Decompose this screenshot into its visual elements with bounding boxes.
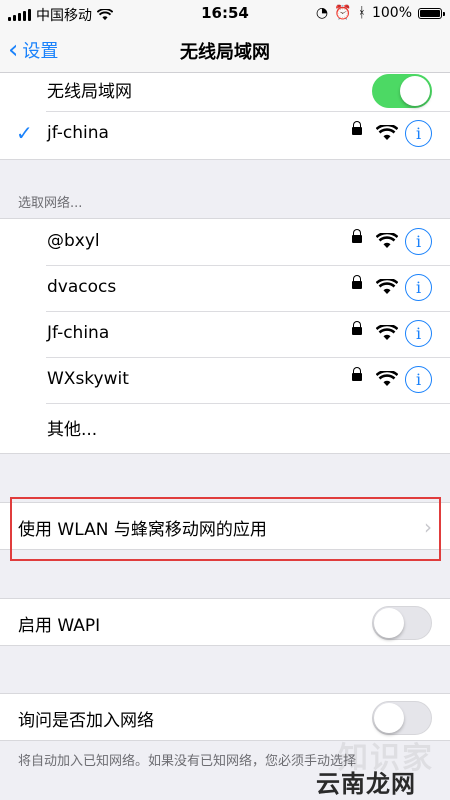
info-icon[interactable]: i [405,228,432,255]
wifi-icon [376,233,398,248]
info-icon[interactable]: i [405,320,432,347]
lock-icon [352,121,362,135]
choose-network-header: 选取网络... [18,196,83,211]
alarm-icon: ⏰ [334,5,352,21]
wapi-row: 启用 WAPI [0,599,450,645]
network-name: WXskywit [47,369,129,389]
connected-network-row[interactable]: ✓ jf-china i [0,111,450,159]
wlan-toggle-row: 无线局域网 [0,73,450,111]
connected-network-name: jf-china [47,123,109,143]
ask-join-label: 询问是否加入网络 [18,711,154,731]
other-network-label: 其他... [47,420,98,440]
network-name: @bxyl [47,231,100,251]
battery-icon [418,7,445,19]
bluetooth-icon: ᚼ [357,5,366,21]
network-row[interactable]: @bxyl i [0,219,450,265]
network-name: dvacocs [47,277,117,297]
info-icon[interactable]: i [405,120,432,147]
ask-join-toggle[interactable] [372,701,432,735]
info-icon[interactable]: i [405,274,432,301]
wifi-icon [376,279,398,294]
navigation-bar: ‹ 设置 无线局域网 [0,28,450,73]
wapi-label: 启用 WAPI [18,616,101,636]
wlan-toggle-label: 无线局域网 [47,82,132,102]
wapi-group: 启用 WAPI [0,598,450,646]
apps-row[interactable]: 使用 WLAN 与蜂窝移动网的应用 › [0,503,450,549]
wlan-group: 无线局域网 ✓ jf-china i [0,73,450,160]
wifi-icon [376,325,398,340]
wifi-icon [376,125,398,140]
apps-group: 使用 WLAN 与蜂窝移动网的应用 › [0,502,450,550]
network-row[interactable]: WXskywit i [0,357,450,403]
ask-join-footer: 将自动加入已知网络。如果没有已知网络，您必须手动选择 [18,754,357,769]
lock-icon [352,367,362,381]
checkmark-icon: ✓ [16,121,33,145]
apps-row-label: 使用 WLAN 与蜂窝移动网的应用 [18,520,267,540]
watermark: 云南龙网 [316,770,416,798]
networks-group: @bxyl i dvacocs i Jf-china i WXskywit i … [0,218,450,454]
page-title: 无线局域网 [180,42,270,63]
status-bar: 中国移动 16:54 ◔ ⏰ ᚼ 100% [0,0,450,28]
chevron-right-icon: › [424,515,432,539]
other-network-row[interactable]: 其他... [0,403,450,453]
network-row[interactable]: dvacocs i [0,265,450,311]
lock-icon [352,229,362,243]
battery-percent: 100% [371,5,412,21]
info-icon[interactable]: i [405,366,432,393]
lock-icon [352,321,362,335]
orientation-lock-icon: ◔ [315,5,329,21]
wifi-icon [376,371,398,386]
status-right: ◔ ⏰ ᚼ 100% [315,5,445,21]
network-row[interactable]: Jf-china i [0,311,450,357]
wapi-toggle[interactable] [372,606,432,640]
wlan-toggle[interactable] [372,74,432,108]
lock-icon [352,275,362,289]
network-name: Jf-china [47,323,110,343]
